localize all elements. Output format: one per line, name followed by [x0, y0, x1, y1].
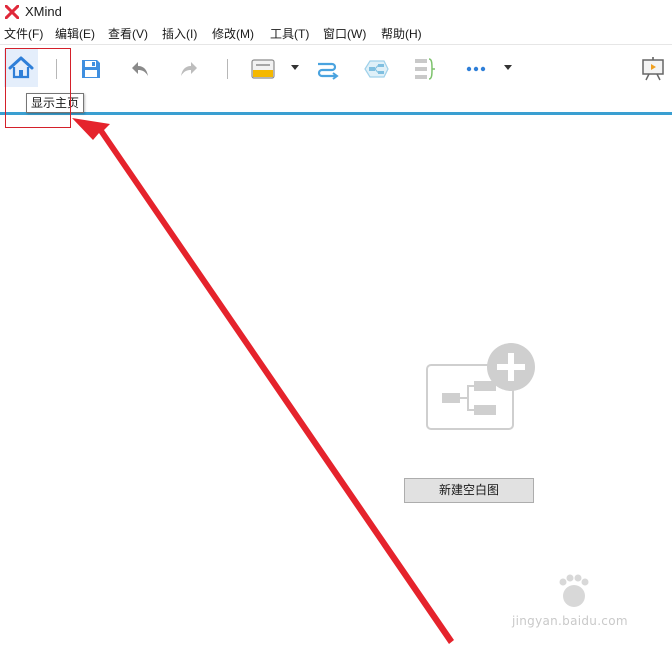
baidu-jingyan-watermark-icon [559, 574, 589, 607]
watermark-url: jingyan.baidu.com [512, 614, 628, 628]
annotation-arrow [72, 118, 454, 644]
